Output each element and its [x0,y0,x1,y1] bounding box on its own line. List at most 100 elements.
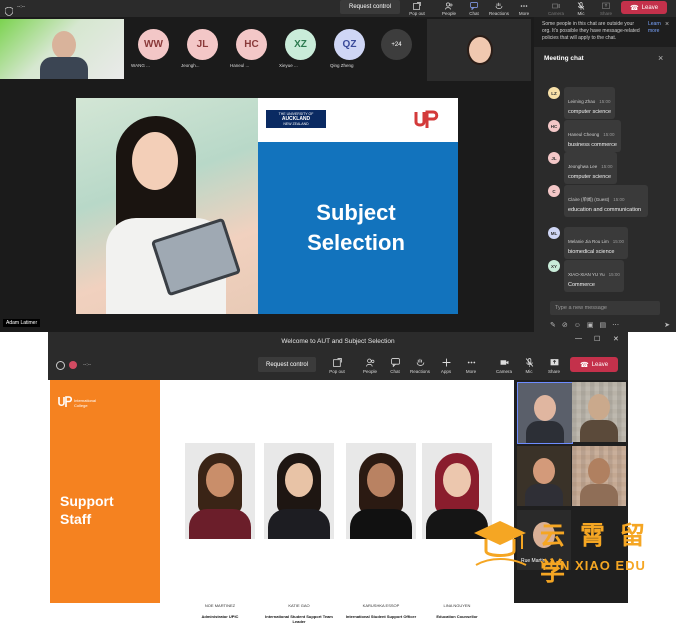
people-button[interactable]: People [438,0,460,17]
pop-out-button[interactable]: Pop out [406,0,428,17]
apps-button[interactable]: Apps [434,353,458,379]
avatar: JL [548,152,560,164]
participant-video-tile[interactable] [517,446,571,506]
participant-video-tile[interactable] [572,382,626,442]
participant-video-tile[interactable] [572,446,626,506]
chat-button[interactable]: Chat [463,0,485,17]
photo-face [132,132,178,190]
staff-name: KATIE GAO [288,603,310,608]
leave-button[interactable]: ☎ Leave [570,357,618,372]
close-icon[interactable]: × [665,21,669,28]
staff-role: Administrator UPIC [201,614,239,619]
staff-photo [264,443,334,539]
camera-icon [552,3,560,8]
meeting-timer: --:-- [17,4,26,10]
gif-icon[interactable]: ▣ [587,321,594,329]
mic-button[interactable]: Mic [570,0,592,17]
slide-orange-panel: International College Support Staff [50,380,160,603]
tile-body [580,484,618,506]
minimize-icon[interactable]: — [575,335,582,342]
message-time: 15:00 [612,239,625,244]
mic-icon [577,1,585,10]
emoji-icon[interactable]: ☺ [574,322,581,329]
up-logo-icon [58,396,72,407]
message-sender: XIAO-XIAN YU Yu [568,272,605,277]
chat-title: Meeting chat [544,55,584,62]
reactions-button[interactable]: Reactions [408,353,432,379]
camera-button[interactable]: Camera [545,0,567,17]
shared-slide: International College Support Staff NOE … [50,380,514,624]
meeting-chat-panel: Some people in this chat are outside you… [534,17,676,332]
message-sender: Jeonghwa Lee [568,164,598,169]
request-control-button[interactable]: Request control [340,0,400,14]
leave-button[interactable]: ☎ Leave [621,1,667,14]
avatar: C [548,185,560,197]
participant-avatar-jl[interactable]: JL [187,29,218,60]
learn-more-link[interactable]: Learn more [648,21,662,35]
participant-video-tile[interactable] [427,19,531,81]
staff-name: KARUSHKA ESSOP [362,603,400,608]
watermark-english: YUN XIAO EDU [540,558,646,573]
reactions-icon [416,358,424,366]
meeting-toolbar: --:-- Request control Pop out People Cha… [48,350,628,380]
staff-photo [346,443,416,539]
student-photo [76,98,258,314]
maximize-icon[interactable]: ☐ [594,335,600,343]
sticker-icon[interactable]: ▤ [600,321,607,329]
format-icon[interactable]: ✎ [550,321,556,329]
people-button[interactable]: People [358,353,382,379]
top-meeting-window: --:-- Request control Pop out People Cha… [0,0,676,332]
request-control-button[interactable]: Request control [258,357,316,372]
pop-out-button[interactable]: Pop out [325,353,349,379]
presenter-video-tile[interactable] [0,19,124,79]
message-text: education and communication [568,207,642,213]
message-input[interactable]: Type a new message [550,301,660,315]
send-icon[interactable]: ➤ [664,321,670,329]
tile-head [533,458,555,484]
message-time: 15:00 [603,132,615,137]
participant-name: WANG ... [131,63,150,68]
slide-title: Support Staff [60,493,114,527]
message-bubble: Claire (单闻) (Guest) 15:00 education and c… [564,185,648,217]
message-text: Commerce [568,282,595,288]
chat-icon [470,1,478,10]
close-icon[interactable]: ✕ [613,335,619,343]
avatar: XY [548,260,560,272]
camera-button[interactable]: Camera [492,353,516,379]
participant-video-tile[interactable] [517,382,573,444]
participant-avatar-ww[interactable]: WW [138,29,169,60]
message-sender: Claire (单闻) (Guest) [568,197,610,202]
staff-role: International Student Support Team Leade… [265,614,333,624]
chat-button[interactable]: Chat [383,353,407,379]
staff-body [268,509,330,539]
mic-icon [525,358,533,367]
phone-icon: ☎ [629,4,639,12]
staff-photo [185,443,255,539]
share-icon [602,2,610,9]
attach-icon[interactable]: ⊘ [562,321,568,329]
phone-icon: ☎ [579,361,589,369]
participant-avatar-qz[interactable]: QZ [334,29,365,60]
message-bubble: Jeonghwa Lee 15:00 computer science [564,152,617,184]
compose-toolbar: ✎ ⊘ ☺ ▣ ▤ ⋯ ➤ [550,320,672,330]
more-button[interactable]: More [459,353,483,379]
participant-avatar-hc[interactable]: HC [236,29,267,60]
mic-button[interactable]: Mic [517,353,541,379]
staff-body [189,509,251,539]
presenter-body [40,57,88,79]
participant-avatar-xz[interactable]: XZ [285,29,316,60]
more-participants-button[interactable]: +24 [381,29,412,60]
more-button[interactable]: More [513,0,535,17]
top-toolbar: --:-- Request control Pop out People Cha… [0,0,676,17]
share-button[interactable]: Share [595,0,617,17]
reactions-icon [495,2,503,9]
message-time: 15:00 [599,99,611,104]
message-text: computer science [568,109,612,115]
share-button[interactable]: Share [542,353,566,379]
recording-icon [69,361,77,369]
close-icon[interactable]: × [658,53,663,63]
more-options-icon[interactable]: ⋯ [612,321,619,329]
reactions-button[interactable]: Reactions [488,0,510,17]
window-title: Welcome to AUT and Subject Selection [281,337,395,345]
message-input-placeholder: Type a new message [555,305,607,311]
